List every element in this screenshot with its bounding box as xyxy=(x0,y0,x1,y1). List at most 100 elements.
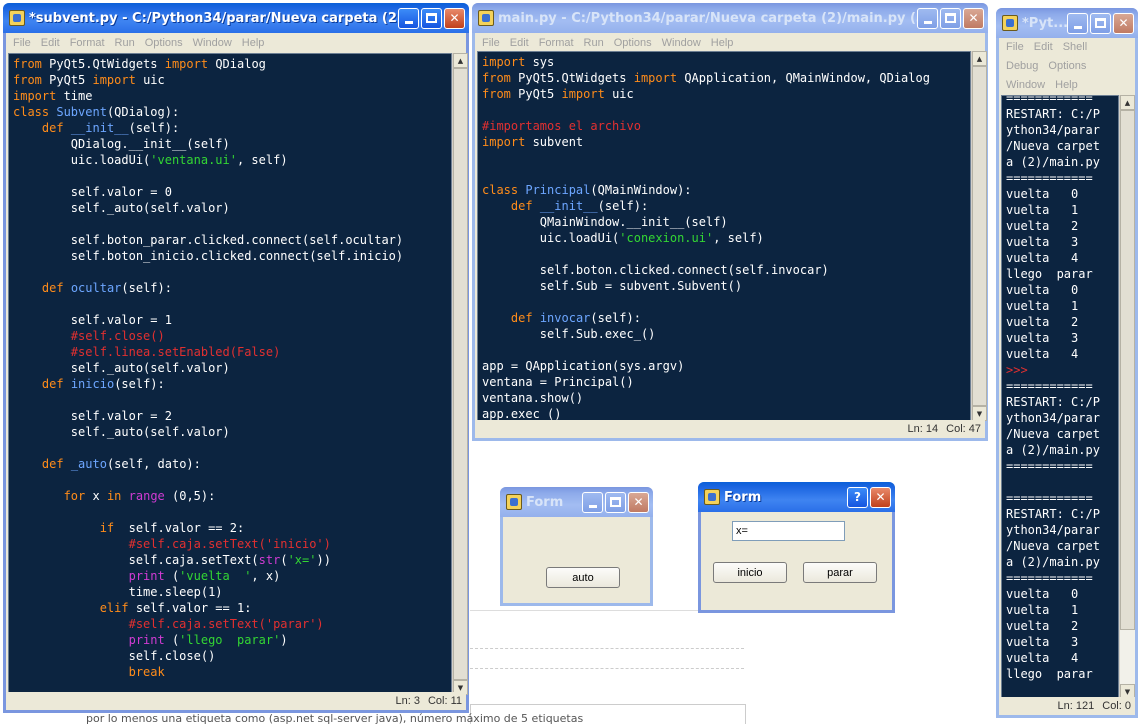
menu-edit[interactable]: Edit xyxy=(36,37,65,49)
close-button[interactable]: ✕ xyxy=(1113,12,1134,34)
scroll-thumb[interactable] xyxy=(453,68,468,680)
idle-app-icon xyxy=(9,10,25,26)
menu-options[interactable]: Options xyxy=(140,37,188,49)
menu-bar: File Edit Format Run Options Window Help xyxy=(475,33,985,52)
close-icon: ✕ xyxy=(449,11,460,25)
idle-app-icon xyxy=(1002,15,1018,31)
menu-format[interactable]: Format xyxy=(65,37,110,49)
shell-output[interactable]: ============ RESTART: C:/P ython34/parar… xyxy=(1001,95,1119,699)
status-col: Col: 11 xyxy=(427,695,462,707)
menu-window[interactable]: Window xyxy=(188,37,237,49)
form-titlebar[interactable]: Form ✕ xyxy=(500,487,653,517)
form-main-dialog: Form ? ✕ x= inicio parar xyxy=(698,482,895,613)
minimize-icon xyxy=(923,20,932,24)
menu-window[interactable]: Window xyxy=(1001,76,1050,95)
idle-app-icon xyxy=(478,10,494,26)
minimize-icon xyxy=(588,504,597,508)
menu-format[interactable]: Format xyxy=(534,37,579,49)
menu-run[interactable]: Run xyxy=(110,37,140,49)
menu-file[interactable]: File xyxy=(1001,38,1029,57)
scroll-up-icon[interactable]: ▲ xyxy=(1120,95,1135,110)
help-button[interactable]: ? xyxy=(847,486,868,508)
menu-edit[interactable]: Edit xyxy=(505,37,534,49)
minimize-button[interactable] xyxy=(582,491,603,513)
parar-button[interactable]: parar xyxy=(803,562,877,583)
form-body: x= inicio parar xyxy=(701,512,892,610)
bg-divider xyxy=(470,668,744,669)
form-app-icon xyxy=(506,494,522,510)
menu-edit[interactable]: Edit xyxy=(1029,38,1058,57)
status-line: Ln: 3 xyxy=(395,695,420,707)
inicio-button[interactable]: inicio xyxy=(713,562,787,583)
main-editor-window: main.py - C:/Python34/parar/Nueva carpet… xyxy=(472,3,988,441)
shell-text: ============ RESTART: C:/P ython34/parar… xyxy=(1006,95,1100,681)
form-title: Form xyxy=(724,489,762,505)
minimize-icon xyxy=(404,20,413,24)
maximize-icon xyxy=(426,13,437,23)
source-code: import sys from PyQt5.QtWidgets import Q… xyxy=(482,55,930,421)
maximize-button[interactable] xyxy=(940,7,961,29)
code-editor[interactable]: from PyQt5.QtWidgets import QDialog from… xyxy=(8,53,452,695)
status-bar: Ln: 3 Col: 11 xyxy=(6,692,466,710)
maximize-button[interactable] xyxy=(1090,12,1111,34)
close-button[interactable]: ✕ xyxy=(628,491,649,513)
menu-help[interactable]: Help xyxy=(237,37,270,49)
menu-help[interactable]: Help xyxy=(706,37,739,49)
menu-options[interactable]: Options xyxy=(1043,57,1091,76)
form-body: auto xyxy=(503,517,650,603)
minimize-button[interactable] xyxy=(1067,12,1088,34)
subvent-titlebar[interactable]: *subvent.py - C:/Python34/parar/Nueva ca… xyxy=(3,3,469,33)
menu-debug[interactable]: Debug xyxy=(1001,57,1043,76)
shell-titlebar[interactable]: *Pyt... ✕ xyxy=(996,8,1138,38)
editor-scrollbar[interactable]: ▲ ▼ xyxy=(452,53,468,695)
scroll-up-icon[interactable]: ▲ xyxy=(972,51,987,66)
window-title: *subvent.py - C:/Python34/parar/Nueva ca… xyxy=(29,10,398,26)
maximize-icon xyxy=(945,13,956,23)
shell-scrollbar[interactable]: ▲ ▼ xyxy=(1119,95,1135,699)
menu-bar: File Edit Format Run Options Window Help xyxy=(6,33,466,52)
close-icon: ✕ xyxy=(1118,16,1129,30)
status-col: Col: 47 xyxy=(946,423,981,435)
maximize-button[interactable] xyxy=(421,7,442,29)
help-icon: ? xyxy=(854,490,861,504)
source-code: from PyQt5.QtWidgets import QDialog from… xyxy=(13,57,404,679)
menu-run[interactable]: Run xyxy=(579,37,609,49)
scroll-up-icon[interactable]: ▲ xyxy=(453,53,468,68)
menu-options[interactable]: Options xyxy=(609,37,657,49)
scroll-thumb[interactable] xyxy=(972,66,987,406)
main-titlebar[interactable]: main.py - C:/Python34/parar/Nueva carpet… xyxy=(472,3,988,33)
status-bar: Ln: 121 Col: 0 xyxy=(999,697,1135,715)
close-button[interactable]: ✕ xyxy=(963,7,984,29)
auto-button[interactable]: auto xyxy=(546,567,620,588)
bg-divider xyxy=(470,648,744,649)
scroll-down-icon[interactable]: ▼ xyxy=(972,406,987,421)
form-auto-dialog: Form ✕ auto xyxy=(500,487,653,606)
caja-input[interactable]: x= xyxy=(732,521,845,541)
window-title: *Pyt... xyxy=(1022,15,1067,31)
minimize-icon xyxy=(1073,25,1082,29)
close-icon: ✕ xyxy=(968,11,979,25)
form-app-icon xyxy=(704,489,720,505)
form-titlebar[interactable]: Form ? ✕ xyxy=(698,482,895,512)
minimize-button[interactable] xyxy=(917,7,938,29)
menu-shell[interactable]: Shell xyxy=(1058,38,1092,57)
form-title: Form xyxy=(526,494,564,510)
menu-window[interactable]: Window xyxy=(657,37,706,49)
menu-file[interactable]: File xyxy=(8,37,36,49)
subvent-editor-window: *subvent.py - C:/Python34/parar/Nueva ca… xyxy=(3,3,469,713)
status-line: Ln: 14 xyxy=(907,423,939,435)
close-button[interactable]: ✕ xyxy=(870,486,891,508)
code-editor[interactable]: import sys from PyQt5.QtWidgets import Q… xyxy=(477,51,971,421)
maximize-icon xyxy=(610,497,621,507)
close-button[interactable]: ✕ xyxy=(444,7,465,29)
python-shell-window: *Pyt... ✕ File Edit Shell Debug Options … xyxy=(996,8,1138,718)
status-bar: Ln: 14 Col: 47 xyxy=(475,420,985,438)
scroll-thumb[interactable] xyxy=(1120,110,1135,630)
close-icon: ✕ xyxy=(633,495,644,509)
minimize-button[interactable] xyxy=(398,7,419,29)
maximize-button[interactable] xyxy=(605,491,626,513)
status-line: Ln: 121 xyxy=(1057,700,1095,712)
editor-scrollbar[interactable]: ▲ ▼ xyxy=(971,51,987,421)
menu-file[interactable]: File xyxy=(477,37,505,49)
menu-help[interactable]: Help xyxy=(1050,76,1083,95)
